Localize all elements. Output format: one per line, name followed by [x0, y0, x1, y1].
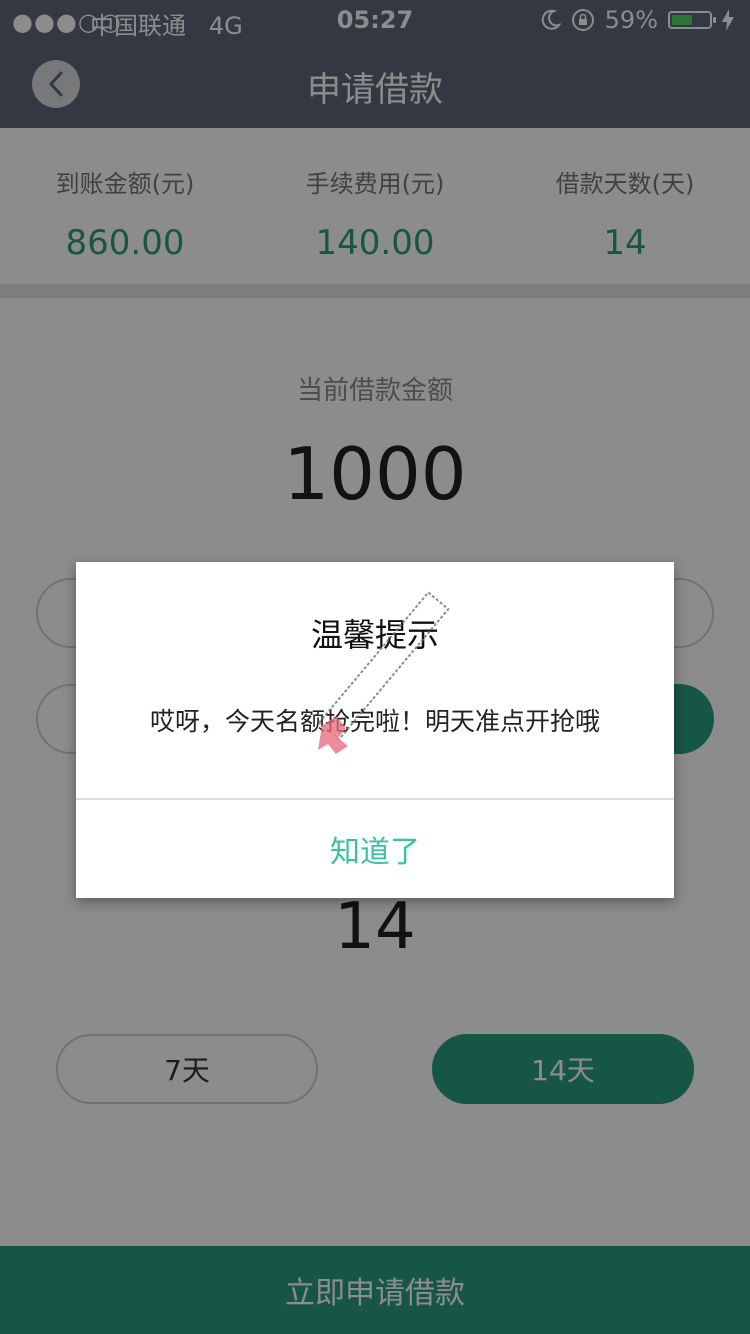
dialog-title: 温馨提示 — [310, 616, 439, 654]
dialog-ok-button[interactable]: 知道了 — [76, 800, 674, 898]
alert-dialog: 温馨提示 哎呀，今天名额抢完啦！明天准点开抢哦 知道了 — [76, 562, 674, 898]
dialog-message: 哎呀，今天名额抢完啦！明天准点开抢哦 — [149, 707, 600, 736]
